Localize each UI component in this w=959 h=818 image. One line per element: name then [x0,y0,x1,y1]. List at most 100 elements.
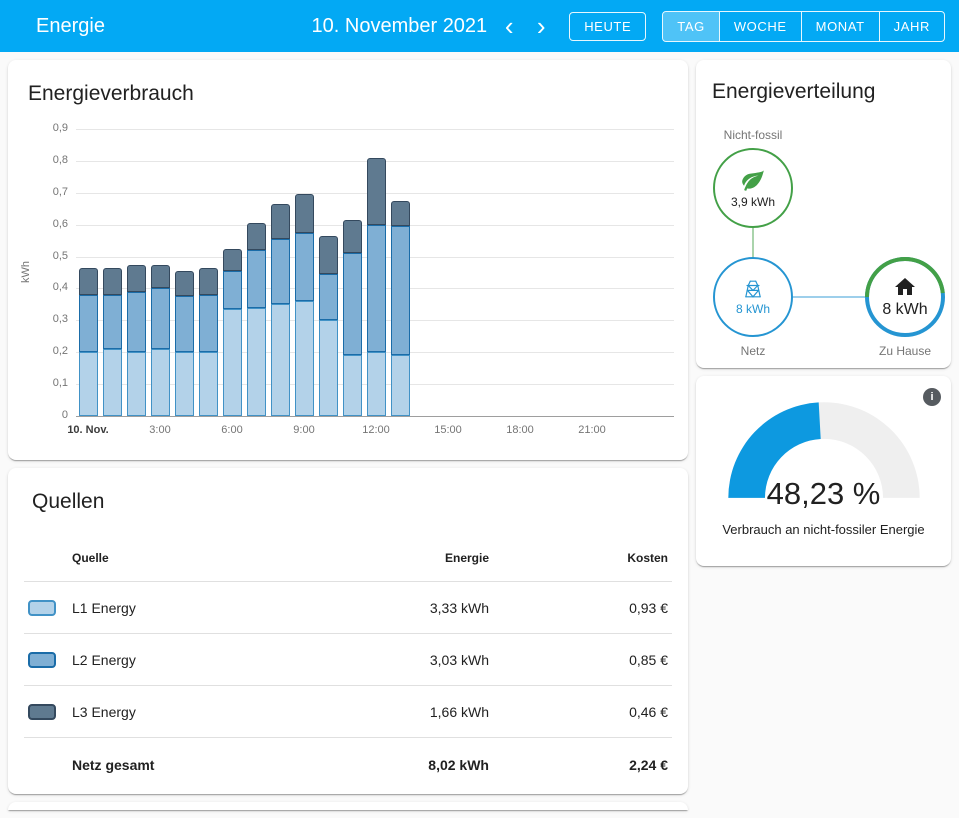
bar-segment-l1-energy[interactable] [103,349,122,416]
bar-segment-l3-energy[interactable] [343,220,362,253]
bar-segment-l1-energy[interactable] [127,352,146,416]
right-column: Energieverteilung Nicht-fossil 3,9 kWh [696,60,951,566]
source-swatch-cell [24,704,72,720]
leaf-icon [740,167,766,193]
bar-segment-l1-energy[interactable] [151,349,170,416]
main-content: Energieverbrauch kWh 00,10,20,30,40,50,6… [0,52,959,818]
bar-segment-l2-energy[interactable] [79,295,98,352]
tab-monat[interactable]: MONAT [801,12,879,41]
bar-segment-l2-energy[interactable] [367,225,386,353]
bar-segment-l2-energy[interactable] [271,239,290,304]
x-axis-tick-label: 12:00 [346,424,406,436]
non-fossil-node[interactable]: 3,9 kWh [713,148,793,228]
bar-segment-l3-energy[interactable] [223,249,242,271]
bar-segment-l3-energy[interactable] [151,265,170,289]
y-axis-tick-label: 0,6 [12,218,68,230]
bar-segment-l2-energy[interactable] [247,250,266,307]
home-value: 8 kWh [882,301,927,319]
grid-label: Netz [703,344,803,358]
chevron-right-icon: › [537,11,546,41]
bar-segment-l2-energy[interactable] [199,295,218,352]
source-color-swatch [28,600,56,616]
bar-segment-l2-energy[interactable] [103,295,122,349]
tab-woche[interactable]: WOCHE [719,12,801,41]
home-label: Zu Hause [855,344,951,358]
bar-segment-l1-energy[interactable] [223,309,242,416]
y-axis-tick-label: 0,5 [12,250,68,262]
consumption-bar-chart[interactable]: kWh 00,10,20,30,40,50,60,70,80,910. Nov.… [8,60,688,460]
bar-segment-l1-energy[interactable] [79,352,98,416]
next-day-button[interactable]: › [525,9,557,43]
x-axis-tick-label: 3:00 [130,424,190,436]
chevron-left-icon: ‹ [505,11,514,41]
bar-segment-l1-energy[interactable] [271,304,290,416]
source-cost-value: 0,93 € [493,600,672,616]
today-button[interactable]: HEUTE [569,12,646,41]
bar-segment-l3-energy[interactable] [79,268,98,295]
transmission-tower-icon [742,278,764,300]
y-axis-tick-label: 0,3 [12,313,68,325]
total-label: Netz gesamt [72,757,343,773]
grid-node[interactable]: 8 kWh [713,257,793,337]
non-fossil-value: 3,9 kWh [731,195,775,209]
source-color-swatch [28,704,56,720]
source-swatch-cell [24,652,72,668]
sources-total-row: Netz gesamt 8,02 kWh 2,24 € [24,738,672,792]
y-axis-tick-label: 0,4 [12,281,68,293]
bar-segment-l2-energy[interactable] [295,233,314,302]
left-column: Energieverbrauch kWh 00,10,20,30,40,50,6… [8,60,688,810]
bar-segment-l1-energy[interactable] [199,352,218,416]
column-header-source: Quelle [72,551,343,565]
y-axis-tick-label: 0 [12,409,68,421]
bar-segment-l3-energy[interactable] [295,194,314,232]
bar-segment-l3-energy[interactable] [271,204,290,239]
source-row: L3 Energy1,66 kWh0,46 € [24,686,672,738]
bar-segment-l3-energy[interactable] [367,158,386,225]
home-node[interactable]: 8 kWh [865,257,945,337]
bar-segment-l3-energy[interactable] [247,223,266,250]
bar-segment-l2-energy[interactable] [175,296,194,352]
bar-segment-l3-energy[interactable] [127,265,146,292]
bar-segment-l1-energy[interactable] [295,301,314,416]
bar-segment-l1-energy[interactable] [247,308,266,416]
bar-segment-l2-energy[interactable] [319,274,338,320]
bar-segment-l1-energy[interactable] [367,352,386,416]
sources-card-title: Quellen [32,490,672,514]
grid-value: 8 kWh [736,302,770,316]
source-cost-value: 0,46 € [493,704,672,720]
sources-table-header: Quelle Energie Kosten [24,534,672,582]
page-title: Energie [36,15,105,38]
next-card-peek [8,802,688,810]
tab-jahr[interactable]: JAHR [879,12,944,41]
source-color-swatch [28,652,56,668]
bar-segment-l2-energy[interactable] [343,253,362,355]
bar-segment-l3-energy[interactable] [391,201,410,227]
bar-segment-l2-energy[interactable] [223,271,242,309]
bar-segment-l1-energy[interactable] [343,355,362,416]
non-fossil-gauge-card: i 48,23 % Verbrauch an nicht-fossiler En… [696,376,951,566]
bar-segment-l3-energy[interactable] [199,268,218,295]
bar-segment-l3-energy[interactable] [175,271,194,297]
source-name: L3 Energy [72,704,343,720]
tab-tag[interactable]: TAG [663,12,719,41]
x-axis-tick-label: 15:00 [418,424,478,436]
total-cost-value: 2,24 € [493,757,672,773]
source-row: L1 Energy3,33 kWh0,93 € [24,582,672,634]
sources-table-body: L1 Energy3,33 kWh0,93 €L2 Energy3,03 kWh… [24,582,672,738]
bar-segment-l2-energy[interactable] [127,292,146,353]
source-name: L1 Energy [72,600,343,616]
bar-segment-l1-energy[interactable] [391,355,410,416]
bar-segment-l2-energy[interactable] [391,226,410,355]
column-header-energy: Energie [343,551,493,565]
bar-segment-l1-energy[interactable] [319,320,338,416]
bar-segment-l1-energy[interactable] [175,352,194,416]
y-axis-tick-label: 0,7 [12,186,68,198]
source-energy-value: 3,03 kWh [343,652,493,668]
bar-segment-l3-energy[interactable] [319,236,338,274]
bar-segment-l3-energy[interactable] [103,268,122,295]
source-row: L2 Energy3,03 kWh0,85 € [24,634,672,686]
y-axis-tick-label: 0,2 [12,345,68,357]
x-axis-tick-label: 18:00 [490,424,550,436]
bar-segment-l2-energy[interactable] [151,288,170,349]
previous-day-button[interactable]: ‹ [493,9,525,43]
